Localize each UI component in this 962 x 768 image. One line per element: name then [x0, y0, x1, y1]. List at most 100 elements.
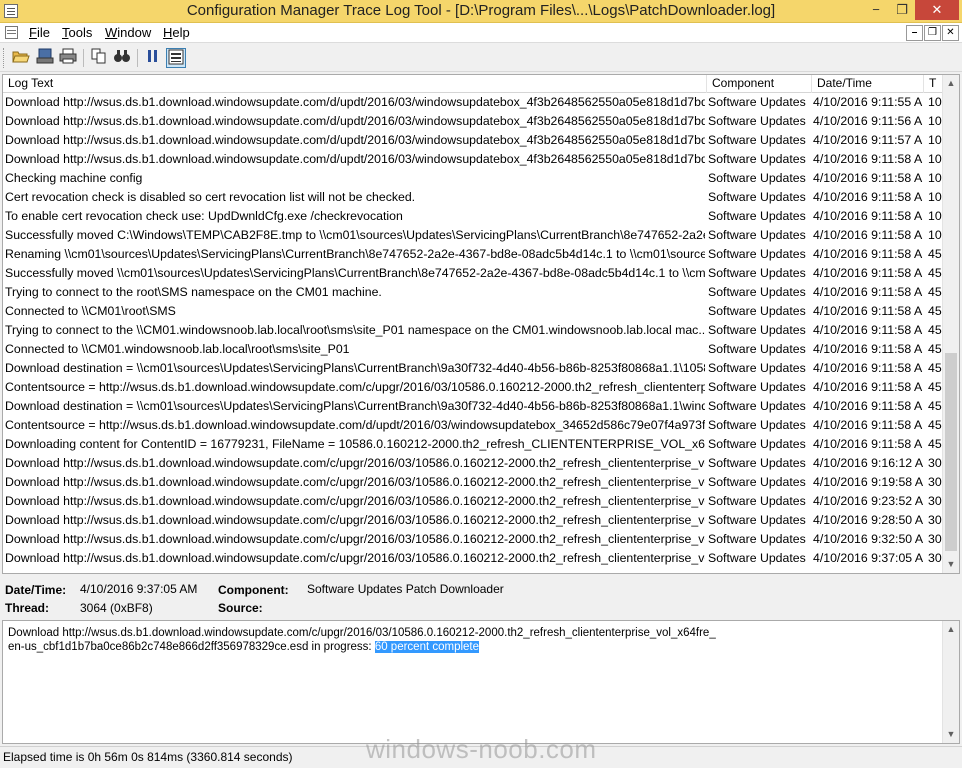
toolbar-grip — [3, 48, 6, 68]
component-cell: Software Updates P — [708, 228, 809, 242]
column-component[interactable]: Component — [707, 75, 812, 93]
component-cell: Software Updates P — [708, 361, 809, 375]
column-log-text[interactable]: Log Text — [3, 75, 707, 93]
pause-icon[interactable] — [143, 48, 163, 68]
table-row[interactable]: Trying to connect to the \\CM01.windowsn… — [3, 321, 944, 340]
menu-help[interactable]: Help — [163, 25, 190, 40]
log-list[interactable]: Log Text Component Date/Time T Download … — [2, 74, 960, 574]
table-row[interactable]: Download http://wsus.ds.b1.download.wind… — [3, 150, 944, 169]
menu-window[interactable]: Window — [105, 25, 151, 40]
component-cell: Software Updates P — [708, 114, 809, 128]
column-thread[interactable]: T — [924, 75, 944, 93]
component-cell: Software Updates P — [708, 304, 809, 318]
copy-icon[interactable] — [89, 48, 109, 68]
table-row[interactable]: Downloading content for ContentID = 1677… — [3, 435, 944, 454]
scroll-thumb[interactable] — [945, 353, 957, 551]
table-row[interactable]: Contentsource = http://wsus.ds.b1.downlo… — [3, 416, 944, 435]
print-setup-icon[interactable] — [35, 48, 55, 68]
log-rows: Download http://wsus.ds.b1.download.wind… — [3, 93, 944, 568]
message-box[interactable]: Download http://wsus.ds.b1.download.wind… — [2, 620, 960, 744]
title-bar: Configuration Manager Trace Log Tool - [… — [0, 0, 962, 23]
table-row[interactable]: Download http://wsus.ds.b1.download.wind… — [3, 112, 944, 131]
table-row[interactable]: To enable cert revocation check use: Upd… — [3, 207, 944, 226]
table-row[interactable]: Connected to \\CM01\root\SMS Software Upd… — [3, 302, 944, 321]
log-text-cell: Connected to \\CM01.windowsnoob.lab.loca… — [5, 342, 350, 356]
datetime-cell: 4/10/2016 9:11:58 AM — [813, 304, 923, 318]
table-row[interactable]: Connected to \\CM01.windowsnoob.lab.loca… — [3, 340, 944, 359]
log-text-cell: Download http://wsus.ds.b1.download.wind… — [5, 494, 705, 508]
child-close-button[interactable]: ✕ — [942, 25, 959, 41]
log-text-cell: Trying to connect to the root\SMS namesp… — [5, 285, 382, 299]
menu-file[interactable]: File — [29, 25, 50, 40]
component-value: Software Updates Patch Downloader — [307, 582, 504, 596]
table-row[interactable]: Trying to connect to the root\SMS namesp… — [3, 283, 944, 302]
log-scrollbar[interactable]: ▲ ▼ — [942, 75, 959, 573]
log-text-cell: Contentsource = http://wsus.ds.b1.downlo… — [5, 380, 705, 394]
table-row[interactable]: Download http://wsus.ds.b1.download.wind… — [3, 530, 944, 549]
component-cell: Software Updates P — [708, 133, 809, 147]
datetime-cell: 4/10/2016 9:11:58 AM — [813, 171, 923, 185]
table-row[interactable]: Download http://wsus.ds.b1.download.wind… — [3, 454, 944, 473]
datetime-cell: 4/10/2016 9:11:58 AM — [813, 380, 923, 394]
find-icon[interactable] — [112, 48, 132, 68]
table-row[interactable]: Download http://wsus.ds.b1.download.wind… — [3, 492, 944, 511]
message-scrollbar[interactable]: ▲ ▼ — [942, 621, 959, 743]
component-cell: Software Updates P — [708, 418, 809, 432]
scroll-up-icon[interactable]: ▲ — [943, 621, 959, 638]
datetime-cell: 4/10/2016 9:11:58 AM — [813, 209, 923, 223]
print-icon[interactable] — [58, 48, 78, 68]
datetime-cell: 4/10/2016 9:16:12 AM — [813, 456, 923, 470]
table-row[interactable]: Download destination = \\cm01\sources\Up… — [3, 359, 944, 378]
open-folder-icon[interactable] — [11, 48, 31, 68]
table-row[interactable]: Contentsource = http://wsus.ds.b1.downlo… — [3, 378, 944, 397]
log-text-cell: Renaming \\cm01\sources\Updates\Servicin… — [5, 247, 705, 261]
table-row[interactable]: Cert revocation check is disabled so cer… — [3, 188, 944, 207]
component-cell: Software Updates P — [708, 209, 809, 223]
log-text-cell: Downloading content for ContentID = 1677… — [5, 437, 705, 451]
table-row[interactable]: Download http://wsus.ds.b1.download.wind… — [3, 131, 944, 150]
log-text-cell: Download destination = \\cm01\sources\Up… — [5, 361, 705, 375]
datetime-cell: 4/10/2016 9:11:58 AM — [813, 152, 923, 166]
column-datetime[interactable]: Date/Time — [812, 75, 924, 93]
table-row[interactable]: Checking machine config Software Updates … — [3, 169, 944, 188]
window-title: Configuration Manager Trace Log Tool - [… — [186, 2, 776, 19]
datetime-cell: 4/10/2016 9:11:58 AM — [813, 342, 923, 356]
table-row[interactable]: Download http://wsus.ds.b1.download.wind… — [3, 93, 944, 112]
component-cell: Software Updates P — [708, 342, 809, 356]
scroll-down-icon[interactable]: ▼ — [943, 726, 959, 743]
log-text-cell: Download http://wsus.ds.b1.download.wind… — [5, 114, 705, 128]
scroll-down-icon[interactable]: ▼ — [943, 556, 959, 573]
message-text[interactable]: Download http://wsus.ds.b1.download.wind… — [8, 626, 718, 654]
table-row[interactable]: Download http://wsus.ds.b1.download.wind… — [3, 511, 944, 530]
datetime-cell: 4/10/2016 9:11:58 AM — [813, 418, 923, 432]
child-restore-button[interactable]: ❐ — [924, 25, 941, 41]
table-row[interactable]: Download destination = \\cm01\sources\Up… — [3, 397, 944, 416]
menu-tools[interactable]: Tools — [62, 25, 92, 40]
table-row[interactable]: Download http://wsus.ds.b1.download.wind… — [3, 473, 944, 492]
scroll-up-icon[interactable]: ▲ — [943, 75, 959, 92]
toolbar — [0, 44, 962, 72]
table-row[interactable]: Successfully moved C:\Windows\TEMP\CAB2F… — [3, 226, 944, 245]
log-text-cell: Connected to \\CM01\root\SMS — [5, 304, 176, 318]
component-cell: Software Updates P — [708, 513, 809, 527]
component-cell: Software Updates P — [708, 95, 809, 109]
table-row[interactable]: Renaming \\cm01\sources\Updates\Servicin… — [3, 245, 944, 264]
component-cell: Software Updates P — [708, 247, 809, 261]
component-cell: Software Updates P — [708, 152, 809, 166]
log-text-cell: Successfully moved \\cm01\sources\Update… — [5, 266, 705, 280]
component-cell: Software Updates P — [708, 285, 809, 299]
datetime-label: Date/Time: — [5, 583, 67, 597]
table-row[interactable]: Download http://wsus.ds.b1.download.wind… — [3, 549, 944, 568]
log-text-cell: Cert revocation check is disabled so cer… — [5, 190, 416, 204]
log-text-cell: Trying to connect to the \\CM01.windowsn… — [5, 323, 705, 337]
component-cell: Software Updates P — [708, 551, 809, 565]
error-lookup-icon[interactable] — [166, 48, 186, 68]
log-text-cell: Download http://wsus.ds.b1.download.wind… — [5, 152, 705, 166]
close-button[interactable]: ✕ — [915, 0, 959, 20]
datetime-cell: 4/10/2016 9:11:58 AM — [813, 323, 923, 337]
maximize-button[interactable]: ❐ — [888, 0, 916, 20]
document-window-icon[interactable] — [5, 26, 18, 39]
minimize-button[interactable]: − — [862, 0, 890, 20]
table-row[interactable]: Successfully moved \\cm01\sources\Update… — [3, 264, 944, 283]
child-minimize-button[interactable]: – — [906, 25, 923, 41]
